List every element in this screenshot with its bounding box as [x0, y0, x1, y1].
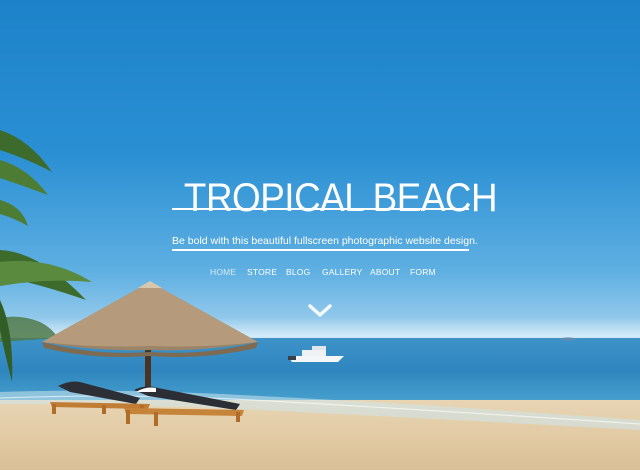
- main-nav: HOME STORE BLOG GALLERY ABOUT FORM: [200, 265, 440, 281]
- title-divider-bottom: [172, 249, 469, 251]
- nav-item-blog[interactable]: BLOG: [286, 265, 310, 279]
- nav-item-gallery[interactable]: GALLERY: [322, 265, 362, 279]
- nav-item-form[interactable]: FORM: [410, 265, 436, 279]
- page-title: TROPICAL BEACH: [183, 175, 498, 220]
- chevron-down-icon[interactable]: [308, 303, 332, 319]
- nav-item-home[interactable]: HOME: [210, 265, 236, 279]
- hero-content: TROPICAL BEACH Be bold with this beautif…: [0, 0, 640, 470]
- nav-item-about[interactable]: ABOUT: [370, 265, 400, 279]
- hero-section: TROPICAL BEACH Be bold with this beautif…: [0, 0, 640, 470]
- hero-tagline: Be bold with this beautiful fullscreen p…: [172, 234, 478, 247]
- nav-item-store[interactable]: STORE: [247, 265, 277, 279]
- title-divider-top: [172, 208, 469, 210]
